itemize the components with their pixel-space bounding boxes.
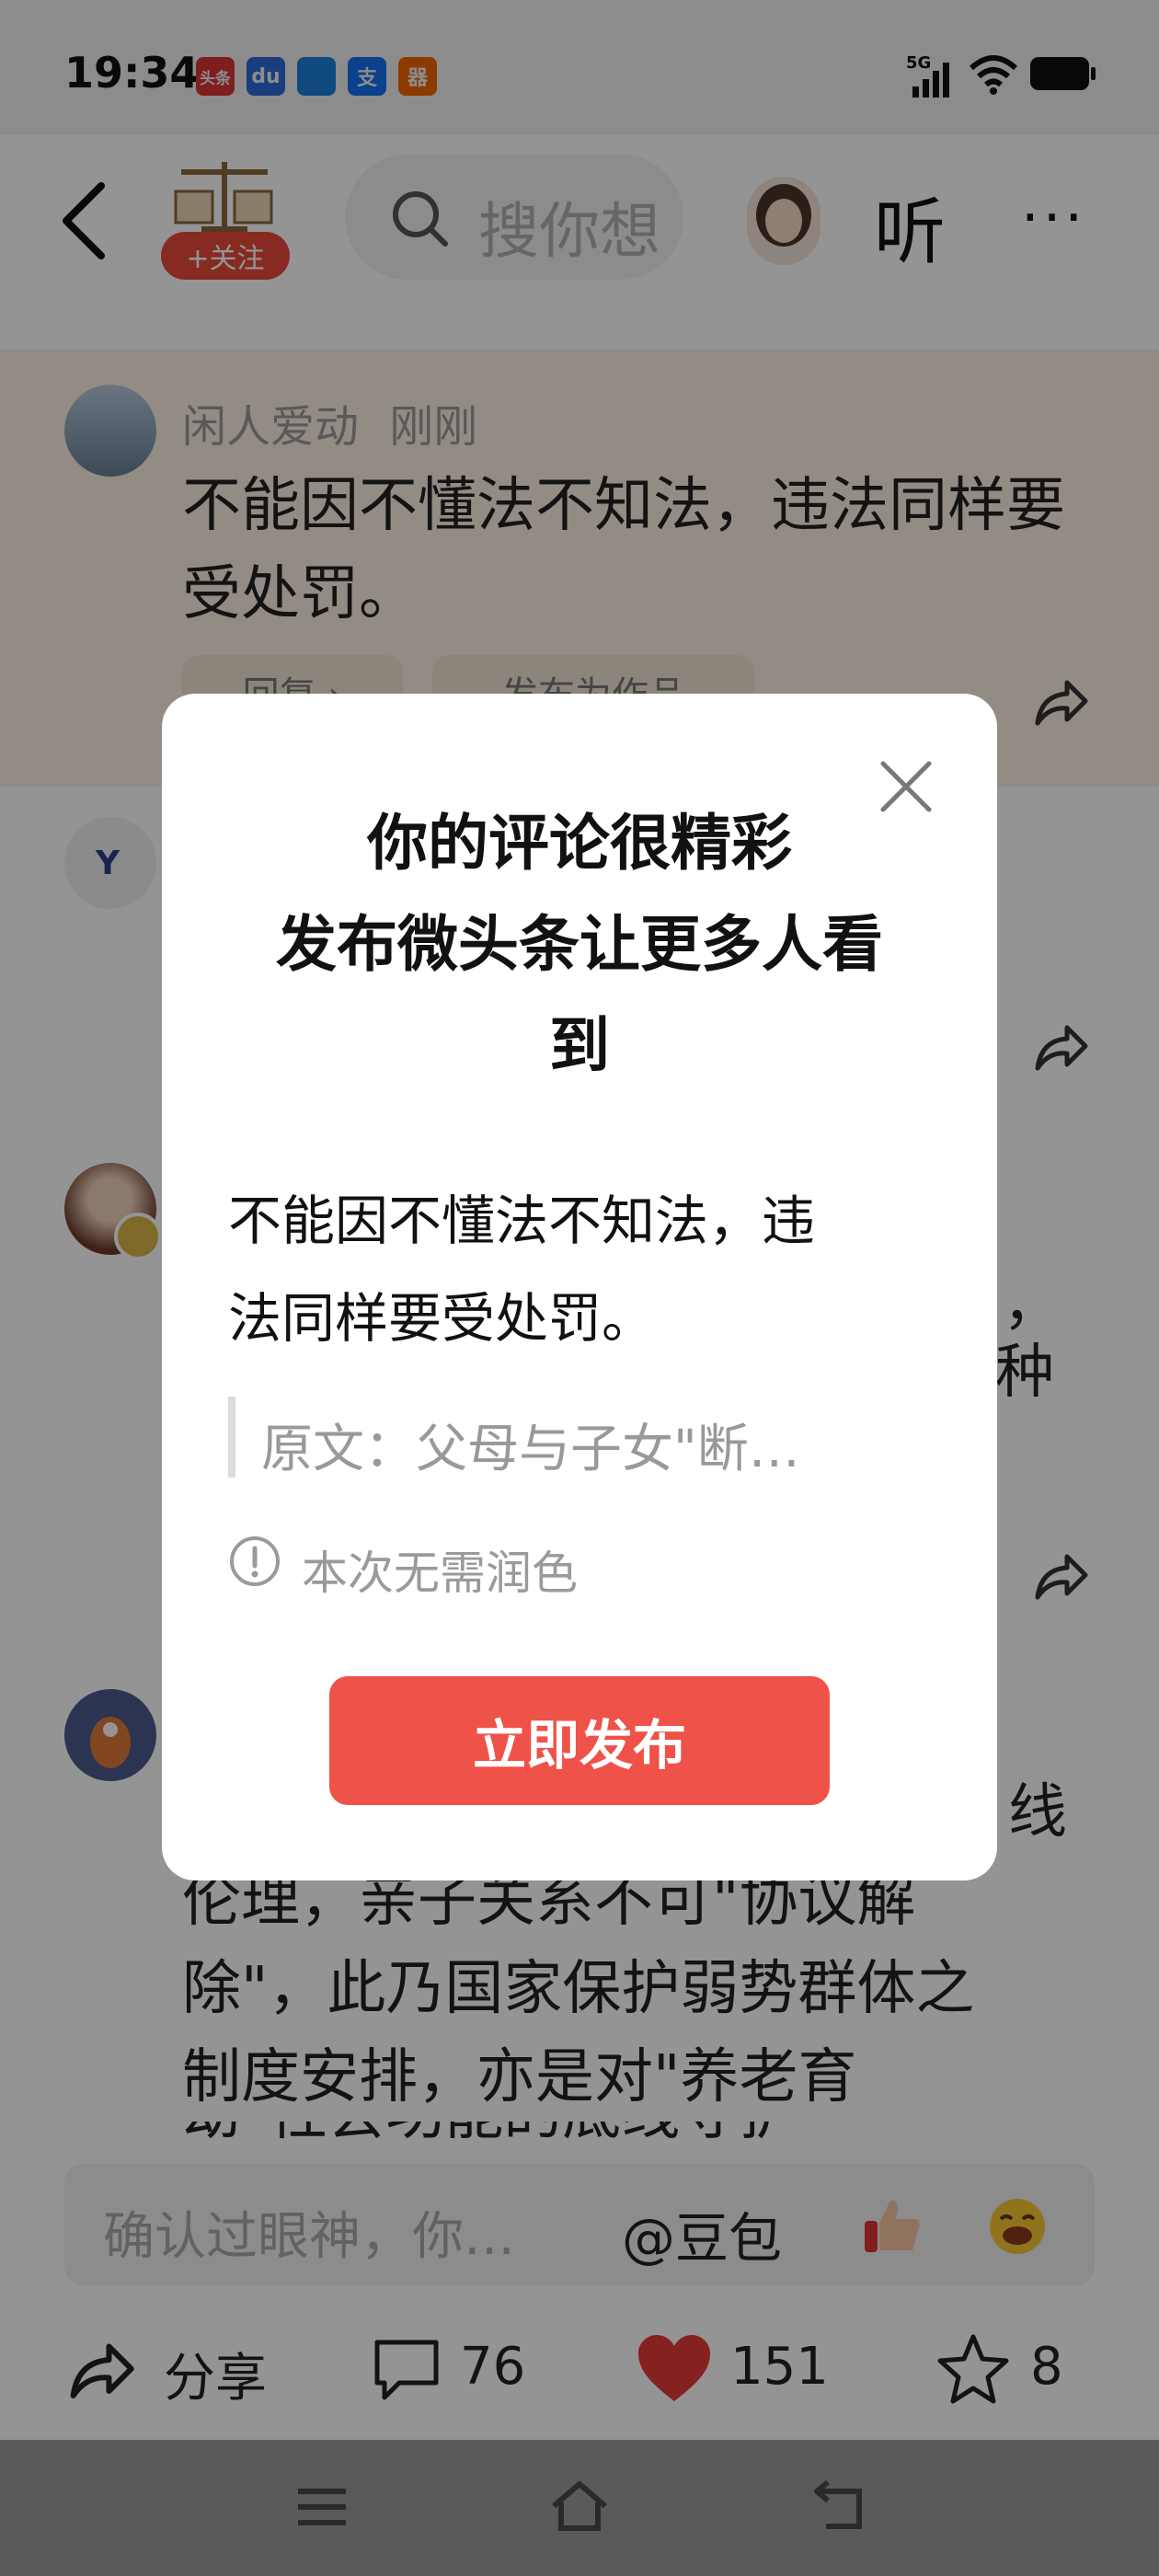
comment-preview-line: 不能因不懂法不知法，违 bbox=[228, 1190, 816, 1252]
original-quote: 原文：父母与子女"断… bbox=[261, 1420, 800, 1479]
back-icon[interactable] bbox=[809, 2478, 868, 2534]
dialog-title-line: 发布微头条让更多人看 bbox=[276, 909, 883, 980]
hint-text: 本次无需润色 bbox=[302, 1547, 578, 1600]
publish-dialog: 你的评论很精彩 发布微头条让更多人看 到 不能因不懂法不知法，违 法同样要受处罚… bbox=[162, 694, 997, 1880]
home-icon[interactable] bbox=[548, 2478, 611, 2534]
quote-bar bbox=[228, 1397, 235, 1478]
dialog-title-line: 到 bbox=[549, 1010, 610, 1081]
dialog-title: 你的评论很精彩 发布微头条让更多人看 到 bbox=[162, 793, 997, 1097]
status-overlay bbox=[0, 0, 1159, 134]
comment-preview: 不能因不懂法不知法，违 法同样要受处罚。 bbox=[228, 1172, 909, 1367]
publish-now-button[interactable]: 立即发布 bbox=[329, 1676, 830, 1805]
menu-icon[interactable] bbox=[294, 2484, 350, 2530]
info-icon bbox=[230, 1536, 280, 1586]
dialog-title-line: 你的评论很精彩 bbox=[367, 808, 792, 879]
comment-preview-line: 法同样要受处罚。 bbox=[228, 1287, 656, 1350]
